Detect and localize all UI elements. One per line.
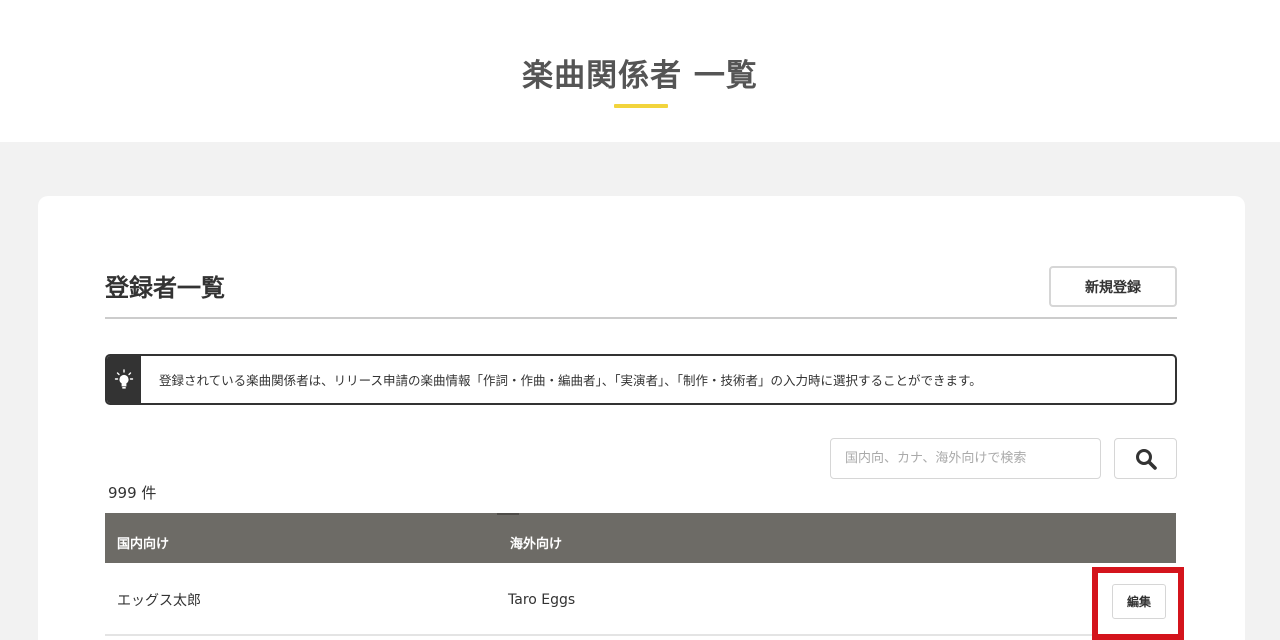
lightbulb-icon bbox=[107, 356, 141, 403]
section-divider bbox=[105, 317, 1177, 319]
search-input[interactable] bbox=[830, 438, 1101, 479]
cell-domestic-name: エッグス太郎 bbox=[117, 592, 201, 609]
info-text: 登録されている楽曲関係者は、リリース申請の楽曲情報「作詞・作曲・編曲者」、「実演… bbox=[159, 373, 982, 388]
edit-button[interactable]: 編集 bbox=[1112, 584, 1166, 619]
search-button[interactable] bbox=[1114, 438, 1177, 479]
column-header-domestic: 国内向け bbox=[117, 536, 170, 552]
column-header-overseas: 海外向け bbox=[510, 536, 563, 552]
table-header: 国内向け 海外向け bbox=[105, 513, 1176, 563]
info-box: 登録されている楽曲関係者は、リリース申請の楽曲情報「作詞・作曲・編曲者」、「実演… bbox=[105, 354, 1177, 405]
section-title: 登録者一覧 bbox=[105, 274, 225, 302]
page-title: 楽曲関係者 一覧 bbox=[522, 58, 758, 94]
search-icon bbox=[1135, 448, 1157, 470]
title-underline bbox=[614, 104, 668, 108]
page-header: 楽曲関係者 一覧 bbox=[0, 0, 1280, 142]
result-count: 999 件 bbox=[108, 484, 157, 502]
cell-overseas-name: Taro Eggs bbox=[508, 591, 576, 608]
new-registration-button[interactable]: 新規登録 bbox=[1049, 266, 1177, 307]
table-row: エッグス太郎 Taro Eggs bbox=[105, 563, 1176, 636]
